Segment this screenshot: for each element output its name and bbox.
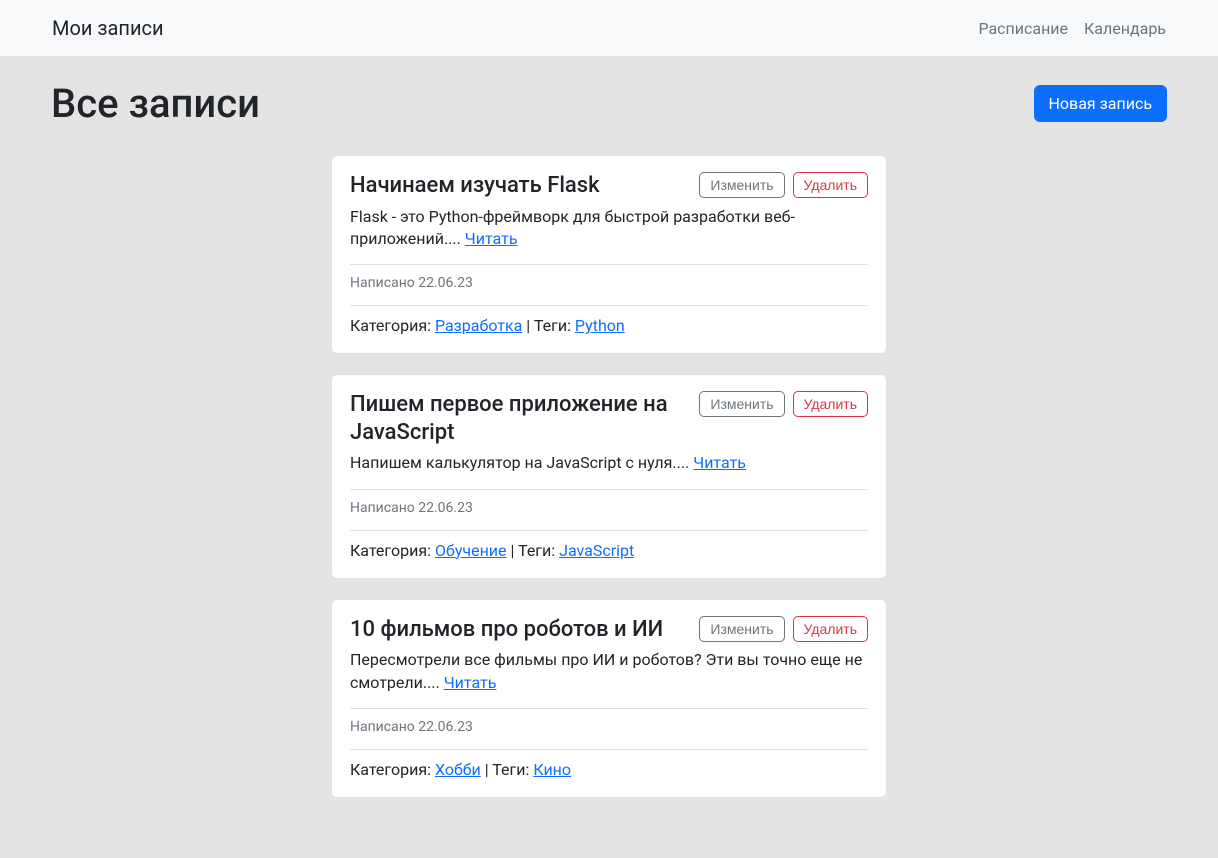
tag-link[interactable]: JavaScript (559, 541, 634, 560)
nav-link-schedule[interactable]: Расписание (978, 19, 1068, 38)
card-divider (350, 489, 868, 490)
page-header: Все записи Новая запись (51, 80, 1167, 127)
card-divider (350, 749, 868, 750)
written-label: Написано (350, 275, 415, 291)
meta-divider: | (507, 541, 519, 560)
new-post-button[interactable]: Новая запись (1034, 85, 1168, 122)
tag-link[interactable]: Python (575, 316, 625, 335)
edit-button[interactable]: Изменить (699, 391, 784, 417)
post-body: Flask - это Python-фреймворк для быстрой… (350, 206, 868, 251)
post-title: Пишем первое приложение на JavaScript (350, 391, 687, 446)
post-meta-line: Категория: Обучение | Теги: JavaScript (350, 541, 868, 560)
category-label: Категория: (350, 760, 431, 779)
post-excerpt: Напишем калькулятор на JavaScript с нуля… (350, 453, 689, 472)
navbar-brand[interactable]: Мои записи (52, 16, 164, 40)
card-divider (350, 708, 868, 709)
post-card: 10 фильмов про роботов и ИИ Изменить Уда… (331, 599, 887, 798)
post-date: 22.06.23 (418, 275, 473, 291)
navbar: Мои записи Расписание Календарь (0, 0, 1218, 56)
navbar-links: Расписание Календарь (978, 19, 1166, 38)
card-divider (350, 530, 868, 531)
post-card: Пишем первое приложение на JavaScript Из… (331, 374, 887, 578)
post-date-line: Написано 22.06.23 (350, 275, 868, 291)
category-link[interactable]: Разработка (435, 316, 522, 335)
read-more-link[interactable]: Читать (465, 229, 518, 248)
edit-button[interactable]: Изменить (699, 616, 784, 642)
written-label: Написано (350, 719, 415, 735)
post-actions: Изменить Удалить (699, 391, 868, 417)
tags-label: Теги: (518, 541, 555, 560)
post-title: 10 фильмов про роботов и ИИ (350, 616, 663, 644)
tags-label: Теги: (534, 316, 571, 335)
post-card: Начинаем изучать Flask Изменить Удалить … (331, 155, 887, 354)
post-body: Напишем калькулятор на JavaScript с нуля… (350, 452, 868, 474)
card-wrap: Пишем первое приложение на JavaScript Из… (51, 374, 1167, 578)
edit-button[interactable]: Изменить (699, 172, 784, 198)
post-date: 22.06.23 (418, 500, 473, 516)
delete-button[interactable]: Удалить (793, 172, 868, 198)
post-date-line: Написано 22.06.23 (350, 500, 868, 516)
meta-divider: | (522, 316, 534, 335)
delete-button[interactable]: Удалить (793, 616, 868, 642)
read-more-link[interactable]: Читать (693, 453, 746, 472)
card-wrap: Начинаем изучать Flask Изменить Удалить … (51, 155, 1167, 354)
page-title: Все записи (51, 80, 260, 127)
read-more-link[interactable]: Читать (444, 673, 497, 692)
post-meta-line: Категория: Хобби | Теги: Кино (350, 760, 868, 779)
post-body: Пересмотрели все фильмы про ИИ и роботов… (350, 649, 868, 694)
post-title: Начинаем изучать Flask (350, 172, 600, 200)
main-container: Все записи Новая запись Начинаем изучать… (51, 80, 1167, 858)
post-date-line: Написано 22.06.23 (350, 719, 868, 735)
written-label: Написано (350, 500, 415, 516)
post-excerpt: Пересмотрели все фильмы про ИИ и роботов… (350, 650, 862, 691)
card-divider (350, 264, 868, 265)
tags-label: Теги: (492, 760, 529, 779)
meta-divider: | (481, 760, 493, 779)
card-top: 10 фильмов про роботов и ИИ Изменить Уда… (350, 616, 868, 650)
post-date: 22.06.23 (418, 719, 473, 735)
post-actions: Изменить Удалить (699, 172, 868, 198)
delete-button[interactable]: Удалить (793, 391, 868, 417)
card-divider (350, 305, 868, 306)
nav-link-calendar[interactable]: Календарь (1084, 19, 1166, 38)
post-meta-line: Категория: Разработка | Теги: Python (350, 316, 868, 335)
card-wrap: 10 фильмов про роботов и ИИ Изменить Уда… (51, 599, 1167, 798)
category-label: Категория: (350, 541, 431, 560)
category-label: Категория: (350, 316, 431, 335)
card-top: Начинаем изучать Flask Изменить Удалить (350, 172, 868, 206)
category-link[interactable]: Обучение (435, 541, 507, 560)
post-actions: Изменить Удалить (699, 616, 868, 642)
tag-link[interactable]: Кино (533, 760, 571, 779)
category-link[interactable]: Хобби (435, 760, 481, 779)
card-top: Пишем первое приложение на JavaScript Из… (350, 391, 868, 452)
post-excerpt: Flask - это Python-фреймворк для быстрой… (350, 207, 795, 248)
